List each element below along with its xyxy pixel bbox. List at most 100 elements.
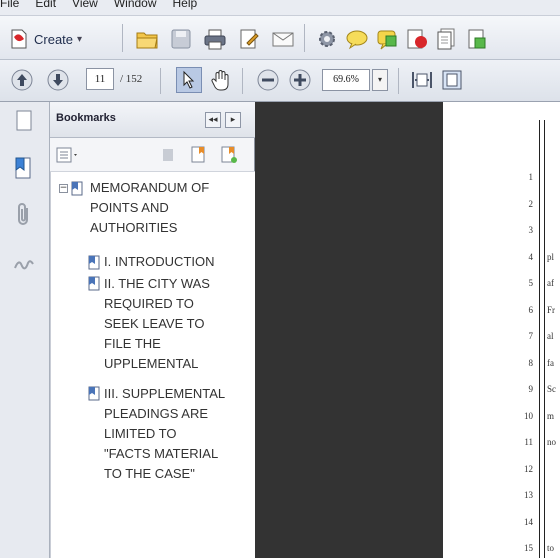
- options-menu-icon[interactable]: [56, 146, 80, 164]
- bookmark-line: POINTS AND: [90, 200, 169, 215]
- line-text: af: [547, 278, 554, 288]
- pdf-page: 1 2 3 4 pl 5 af 6 Fr 7 al 8 fa 9 Sc 10 m 11 no 12 13 14 15 to: [443, 102, 560, 558]
- panel-title: Bookmarks: [56, 112, 116, 124]
- new-bookmark-icon[interactable]: [188, 146, 210, 164]
- fit-page-icon[interactable]: [440, 68, 464, 92]
- page-number-input[interactable]: 11: [86, 68, 114, 90]
- expand-panel-icon[interactable]: ▸: [225, 112, 241, 128]
- line-number: 8: [528, 357, 534, 368]
- open-folder-icon[interactable]: [134, 26, 160, 52]
- bookmarks-panel-header: Bookmarks ◂◂ ▸: [50, 102, 255, 138]
- bookmark-line: UPPLEMENTAL: [104, 356, 199, 371]
- line-text: no: [547, 437, 556, 447]
- edit-document-icon[interactable]: [236, 26, 262, 52]
- zoom-out-icon[interactable]: [256, 68, 280, 92]
- line-number: 15: [524, 543, 533, 553]
- menu-bar: File Edit View Window Help: [0, 0, 560, 16]
- collapse-panel-icon[interactable]: ◂◂: [205, 112, 221, 128]
- zoom-level-input[interactable]: 69.6%: [322, 69, 370, 91]
- menu-window[interactable]: Window: [106, 0, 165, 11]
- main-toolbar: Create ▾: [0, 16, 560, 60]
- paperclip-icon[interactable]: [10, 200, 38, 230]
- bookmarks-panel-icon[interactable]: [10, 154, 38, 184]
- create-button[interactable]: Create ▾: [10, 26, 82, 52]
- zoom-dropdown-button[interactable]: ▾: [372, 69, 388, 91]
- highlight-comment-icon[interactable]: [374, 26, 400, 52]
- line-number: 9: [528, 384, 534, 394]
- save-icon[interactable]: [168, 26, 194, 52]
- line-number: 14: [524, 516, 533, 527]
- menu-help[interactable]: Help: [165, 0, 206, 11]
- bookmark-line: SEEK LEAVE TO: [104, 316, 205, 331]
- line-number: 12: [524, 463, 533, 474]
- bookmark-item[interactable]: II. THE CITY WAS REQUIRED TO SEEK LEAVE …: [104, 274, 210, 374]
- line-text: pl: [547, 251, 555, 262]
- line-text: to: [547, 543, 555, 553]
- bookmark-line: REQUIRED TO: [104, 296, 194, 311]
- chevron-down-icon: ▾: [77, 33, 83, 45]
- bookmark-item[interactable]: I. INTRODUCTION: [104, 252, 215, 272]
- toolbar-divider: [398, 68, 399, 94]
- more-tools-icon[interactable]: [464, 26, 490, 52]
- bookmark-line: FILE THE: [104, 336, 161, 351]
- page-thumbnails-icon[interactable]: [12, 108, 36, 134]
- bookmark-line: PLEADINGS ARE: [104, 406, 209, 421]
- create-pdf-icon: [10, 28, 30, 50]
- expand-bookmark-icon[interactable]: [218, 146, 240, 164]
- page-count: / 152: [120, 73, 143, 85]
- sign-icon[interactable]: [404, 26, 430, 52]
- select-tool-icon[interactable]: [176, 67, 202, 93]
- fit-width-icon[interactable]: [410, 68, 434, 92]
- line-number: 4: [528, 251, 534, 262]
- line-text: al: [547, 331, 554, 341]
- bookmark-icon: [88, 276, 100, 291]
- next-page-icon[interactable]: [46, 68, 70, 92]
- line-number: 10: [524, 410, 533, 421]
- navigation-pane-rail: [0, 102, 50, 558]
- gear-icon[interactable]: [314, 26, 340, 52]
- previous-page-icon[interactable]: [10, 68, 34, 92]
- page-margin-line: [544, 120, 545, 558]
- line-number: 3: [528, 225, 534, 235]
- line-number: 1: [528, 172, 534, 182]
- bookmark-line: II. THE CITY WAS: [104, 276, 210, 291]
- bookmark-line: III. SUPPLEMENTAL: [104, 386, 226, 401]
- menu-view[interactable]: View: [64, 0, 106, 11]
- bookmark-line: TO THE CASE": [104, 466, 195, 481]
- toolbar-divider: [242, 68, 243, 94]
- bookmark-line: AUTHORITIES: [90, 220, 178, 235]
- signatures-icon[interactable]: [10, 248, 38, 278]
- bookmark-item[interactable]: MEMORANDUM OF POINTS AND AUTHORITIES: [90, 178, 209, 238]
- line-number: 11: [524, 437, 533, 447]
- line-number: 7: [528, 331, 534, 341]
- pages-icon[interactable]: [434, 26, 460, 52]
- create-button-label: Create: [34, 31, 74, 47]
- toolbar-divider: [122, 24, 123, 52]
- line-number: 2: [528, 198, 534, 209]
- bookmarks-tree: − MEMORANDUM OF POINTS AND AUTHORITIES I…: [50, 172, 255, 558]
- toolbar-divider: [160, 68, 161, 94]
- line-text: Sc: [547, 384, 556, 394]
- bookmark-line: I. INTRODUCTION: [104, 254, 215, 269]
- line-number: 13: [524, 490, 533, 500]
- bookmark-icon: [88, 386, 100, 401]
- document-viewer[interactable]: 1 2 3 4 pl 5 af 6 Fr 7 al 8 fa 9 Sc 10 m 11 no 12 13 14 15 to: [255, 102, 560, 558]
- bookmark-item[interactable]: III. SUPPLEMENTAL PLEADINGS ARE LIMITED …: [104, 384, 225, 484]
- email-icon[interactable]: [270, 26, 296, 52]
- menu-edit[interactable]: Edit: [27, 0, 64, 11]
- line-text: m: [547, 410, 555, 421]
- comment-icon[interactable]: [344, 26, 370, 52]
- print-icon[interactable]: [202, 26, 228, 52]
- zoom-in-icon[interactable]: [288, 68, 312, 92]
- delete-bookmark-icon[interactable]: [158, 146, 178, 164]
- pdf-reader-window: File Edit View Window Help Create ▾ 11 /…: [0, 0, 560, 558]
- bookmark-line: MEMORANDUM OF: [90, 180, 210, 195]
- bookmarks-panel: Bookmarks ◂◂ ▸ − MEMORANDUM OF POINTS AN…: [50, 102, 255, 558]
- collapse-toggle-icon[interactable]: −: [59, 184, 68, 193]
- hand-tool-icon[interactable]: [208, 67, 234, 93]
- line-text: fa: [547, 357, 554, 368]
- menu-file[interactable]: File: [0, 0, 27, 11]
- line-number: 6: [528, 304, 534, 315]
- bookmarks-toolbar: [50, 138, 255, 172]
- toolbar-divider: [304, 24, 305, 52]
